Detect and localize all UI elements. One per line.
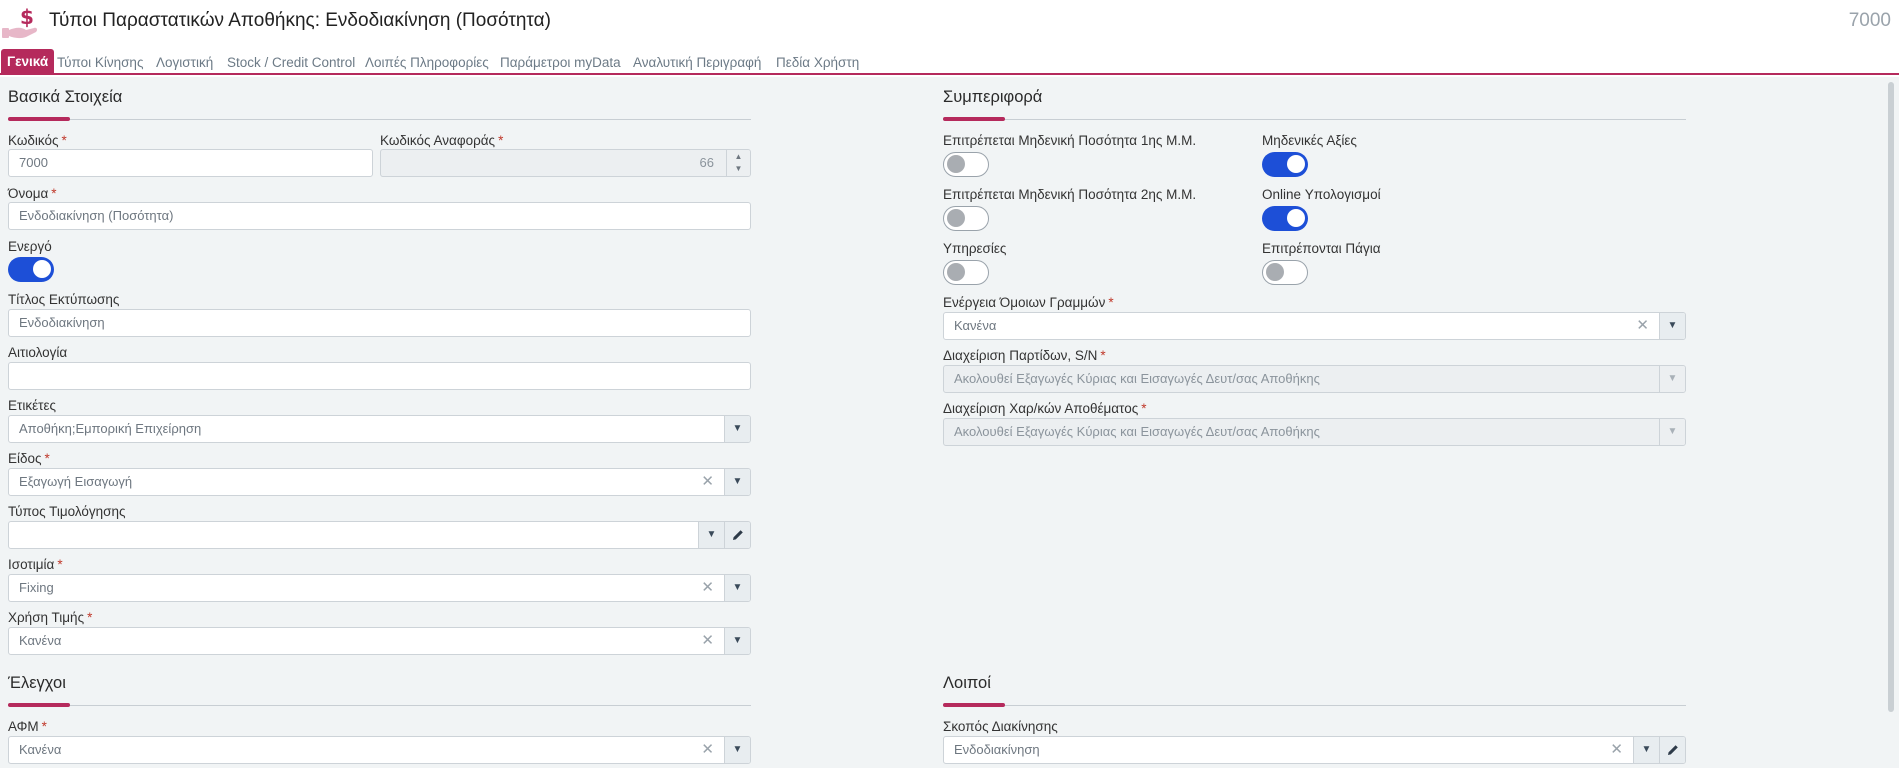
code-input[interactable]: 7000 [8, 149, 373, 177]
chevron-down-icon[interactable]: ▼ [724, 416, 750, 442]
price-use-label: Χρήση Τιμής * [8, 610, 93, 625]
zero-values-toggle[interactable] [1262, 152, 1308, 177]
ref-code-spinner: ▲ ▼ [726, 150, 750, 176]
section-accent [8, 117, 70, 121]
chevron-down-icon: ▼ [1659, 366, 1685, 392]
invoicing-type-select[interactable]: ▼ [8, 521, 751, 549]
services-toggle[interactable] [943, 260, 989, 285]
vat-label: ΑΦΜ * [8, 719, 47, 734]
scroll-thumb[interactable] [1888, 82, 1894, 712]
chevron-down-icon[interactable]: ▼ [1633, 737, 1659, 763]
chevron-down-icon[interactable]: ▼ [724, 575, 750, 601]
section-rule [943, 705, 1686, 706]
chevron-down-icon[interactable]: ▼ [724, 469, 750, 495]
clear-icon[interactable]: ✕ [701, 737, 714, 763]
kind-select[interactable]: Εξαγωγή Εισαγωγή ✕ ▼ [8, 468, 751, 496]
section-title-behavior: Συμπεριφορά [943, 88, 1043, 106]
ref-code-input: 66 ▲ ▼ [380, 149, 751, 177]
tab-accounting[interactable]: Λογιστική [156, 51, 213, 75]
section-accent [943, 117, 1005, 121]
purpose-label: Σκοπός Διακίνησης [943, 719, 1058, 734]
lots-select: Ακολουθεί Εξαγωγές Κύριας και Εισαγωγές … [943, 365, 1686, 393]
clear-icon[interactable]: ✕ [701, 628, 714, 654]
purpose-select[interactable]: Ενδοδιακίνηση ✕ ▼ [943, 736, 1686, 764]
clear-icon[interactable]: ✕ [701, 575, 714, 601]
money-hand-icon: $ [2, 6, 38, 39]
clear-icon[interactable]: ✕ [1636, 313, 1649, 339]
lots-label: Διαχείριση Παρτίδων, S/N * [943, 348, 1106, 363]
fixed-assets-toggle[interactable] [1262, 260, 1308, 285]
invoicing-type-label: Τύπος Τιμολόγησης [8, 504, 126, 519]
page-title: Τύποι Παραστατικών Αποθήκης: Ενδοδιακίνη… [49, 10, 551, 31]
online-calc-toggle[interactable] [1262, 206, 1308, 231]
name-input[interactable]: Ενδοδιακίνηση (Ποσότητα) [8, 202, 751, 230]
section-accent [943, 703, 1005, 707]
zero-qty-2-label: Επιτρέπεται Μηδενική Ποσότητα 2ης Μ.Μ. [943, 187, 1197, 202]
zero-values-label: Μηδενικές Αξίες [1262, 133, 1357, 148]
section-rule [943, 119, 1686, 120]
price-use-select[interactable]: Κανένα ✕ ▼ [8, 627, 751, 655]
name-label: Όνομα * [8, 186, 57, 201]
reason-label: Αιτιολογία [8, 345, 68, 360]
chevron-down-icon[interactable]: ▼ [724, 737, 750, 763]
online-calc-label: Online Υπολογισμοί [1262, 187, 1381, 202]
stock-chars-label: Διαχείριση Χαρ/κών Αποθέματος * [943, 401, 1147, 416]
tab-stock-credit-control[interactable]: Stock / Credit Control [227, 51, 355, 75]
tab-user-fields[interactable]: Πεδία Χρήστη [776, 51, 859, 75]
vertical-scrollbar[interactable] [1883, 77, 1899, 768]
parity-label: Ισοτιμία * [8, 557, 63, 572]
ref-code-label: Κωδικός Αναφοράς * [380, 133, 504, 148]
chevron-down-icon[interactable]: ▼ [724, 628, 750, 654]
chevron-down-icon[interactable]: ▼ [698, 522, 724, 548]
stock-chars-select: Ακολουθεί Εξαγωγές Κύριας και Εισαγωγές … [943, 418, 1686, 446]
tab-bar: Γενικά Τύποι Κίνησης Λογιστική Stock / C… [0, 47, 1899, 75]
tags-select[interactable]: Αποθήκη;Εμπορική Επιχείρηση ▼ [8, 415, 751, 443]
record-code: 7000 [1848, 10, 1891, 31]
active-toggle[interactable] [8, 257, 54, 282]
tab-detailed-description[interactable]: Αναλυτική Περιγραφή [633, 51, 761, 75]
clear-icon[interactable]: ✕ [701, 469, 714, 495]
kind-label: Είδος * [8, 451, 50, 466]
print-title-label: Τίτλος Εκτύπωσης [8, 292, 120, 307]
edit-pencil-icon[interactable] [724, 522, 750, 548]
tab-mydata-params[interactable]: Παράμετροι myData [500, 51, 621, 75]
services-label: Υπηρεσίες [943, 241, 1007, 256]
similar-lines-select[interactable]: Κανένα ✕ ▼ [943, 312, 1686, 340]
chevron-down-icon: ▼ [1659, 419, 1685, 445]
active-label: Ενεργό [8, 239, 52, 254]
tab-general[interactable]: Γενικά [1, 49, 55, 75]
zero-qty-1-toggle[interactable] [943, 152, 989, 177]
section-title-others: Λοιποί [943, 674, 991, 692]
section-accent [8, 703, 70, 707]
code-label: Κωδικός * [8, 133, 67, 148]
form-content: Βασικά Στοιχεία Κωδικός * 7000 Κωδικός Αν… [0, 77, 1899, 768]
section-rule [8, 705, 751, 706]
parity-select[interactable]: Fixing ✕ ▼ [8, 574, 751, 602]
section-title-checks: Έλεγχοι [8, 674, 66, 692]
tab-other-info[interactable]: Λοιπές Πληροφορίες [365, 51, 489, 75]
reason-input[interactable] [8, 362, 751, 390]
chevron-down-icon[interactable]: ▼ [1659, 313, 1685, 339]
svg-text:$: $ [20, 6, 34, 29]
section-title-basic: Βασικά Στοιχεία [8, 88, 123, 106]
section-rule [8, 119, 751, 120]
zero-qty-1-label: Επιτρέπεται Μηδενική Ποσότητα 1ης Μ.Μ. [943, 133, 1197, 148]
edit-pencil-icon[interactable] [1659, 737, 1685, 763]
clear-icon[interactable]: ✕ [1610, 737, 1623, 763]
similar-lines-label: Ενέργεια Όμοιων Γραμμών * [943, 295, 1114, 310]
title-bar: $ Τύποι Παραστατικών Αποθήκης: Ενδοδιακί… [0, 0, 1899, 44]
fixed-assets-label: Επιτρέπονται Πάγια [1262, 241, 1381, 256]
zero-qty-2-toggle[interactable] [943, 206, 989, 231]
tab-movement-types[interactable]: Τύποι Κίνησης [57, 51, 143, 75]
tags-label: Ετικέτες [8, 398, 56, 413]
print-title-input[interactable]: Ενδοδιακίνηση [8, 309, 751, 337]
vat-select[interactable]: Κανένα ✕ ▼ [8, 736, 751, 764]
